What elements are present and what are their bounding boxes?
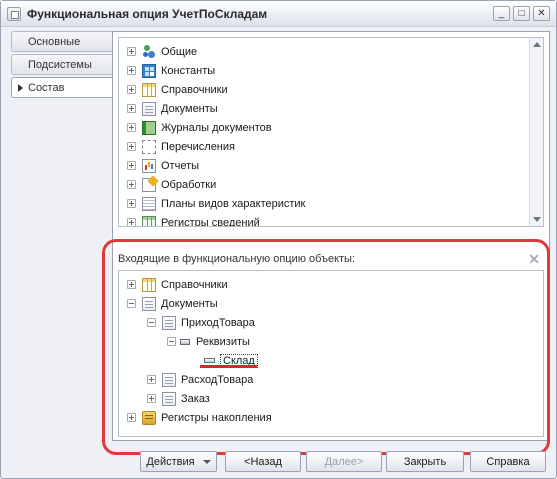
tree-item-constants[interactable]: Константы (127, 61, 543, 80)
actions-dropdown-button[interactable]: Действия (140, 451, 217, 472)
active-tab-arrow-icon (18, 84, 23, 92)
close-dialog-button[interactable]: Закрыть (386, 451, 464, 472)
tree-item-label: Регистры сведений (161, 216, 260, 227)
tree-item-common[interactable]: Общие (127, 42, 543, 61)
underline-annotation (200, 365, 257, 368)
help-button[interactable]: Справка (470, 451, 546, 472)
back-button[interactable]: <Назад (225, 451, 301, 472)
maximize-button[interactable]: □ (513, 6, 530, 21)
reports-icon (142, 158, 156, 173)
tab-label: Подсистемы (28, 58, 92, 71)
tree-item-label: Общие (161, 45, 198, 58)
next-button[interactable]: Далее> (306, 451, 382, 472)
tree-item-processing[interactable]: Обработки (127, 175, 543, 194)
tree-item-label: Константы (161, 64, 216, 77)
catalogs-icon (142, 82, 156, 97)
expand-icon[interactable] (127, 142, 136, 151)
tree-item-catalogs[interactable]: Справочники (127, 80, 543, 99)
tree-item-char-plans[interactable]: Планы видов характеристик (127, 194, 543, 213)
button-bar: Действия <Назад Далее> Закрыть Справка (1, 446, 556, 476)
window-title: Функциональная опция УчетПоСкладам (27, 6, 268, 21)
info-registers-icon (142, 215, 156, 226)
chevron-down-icon (202, 459, 211, 464)
tree-item-label: Отчеты (161, 159, 200, 172)
processing-icon (142, 177, 156, 192)
title-bar: Функциональная опция УчетПоСкладам _ □ ✕ (1, 1, 556, 27)
tree-item-reports[interactable]: Отчеты (127, 156, 543, 175)
common-icon (142, 44, 156, 59)
window-controls: _ □ ✕ (493, 6, 550, 21)
tree-item-label: Обработки (161, 178, 217, 191)
minimize-button[interactable]: _ (493, 6, 510, 21)
metadata-tree[interactable]: Общие Константы Справочники Документы Жу… (118, 37, 544, 227)
vertical-scrollbar[interactable] (529, 38, 543, 226)
journals-icon (142, 120, 156, 135)
button-label: Действия (146, 455, 195, 468)
expand-icon[interactable] (127, 180, 136, 189)
constants-icon (142, 63, 156, 78)
expand-icon[interactable] (127, 218, 136, 226)
tree-item-info-registers[interactable]: Регистры сведений (127, 213, 543, 227)
enums-icon (142, 139, 156, 154)
scroll-up-icon[interactable] (533, 42, 541, 47)
tree-item-documents[interactable]: Документы (127, 99, 543, 118)
button-label: Далее> (324, 455, 364, 468)
dialog-window: Функциональная опция УчетПоСкладам _ □ ✕… (0, 0, 557, 479)
tree-item-journals[interactable]: Журналы документов (127, 118, 543, 137)
tree-item-label: Справочники (161, 83, 228, 96)
char-plans-icon (142, 196, 156, 211)
tree-item-label: Документы (161, 102, 218, 115)
button-label: <Назад (244, 455, 282, 468)
tab-label: Основные (28, 35, 81, 48)
highlight-annotation (102, 239, 550, 455)
tab-main[interactable]: Основные (11, 31, 113, 52)
scroll-down-icon[interactable] (533, 217, 541, 222)
expand-icon[interactable] (127, 199, 136, 208)
app-icon (7, 6, 21, 21)
expand-icon[interactable] (127, 161, 136, 170)
tab-composition[interactable]: Состав (11, 77, 113, 98)
tree-item-enums[interactable]: Перечисления (127, 137, 543, 156)
button-label: Справка (486, 455, 530, 468)
button-label: Закрыть (403, 455, 447, 468)
expand-icon[interactable] (127, 85, 136, 94)
expand-icon[interactable] (127, 123, 136, 132)
close-button[interactable]: ✕ (533, 6, 550, 21)
side-tabs: Основные Подсистемы Состав (11, 31, 113, 100)
expand-icon[interactable] (127, 66, 136, 75)
expand-icon[interactable] (127, 47, 136, 56)
tree-item-label: Перечисления (161, 140, 235, 153)
tab-subsystems[interactable]: Подсистемы (11, 54, 113, 75)
tree-item-label: Планы видов характеристик (161, 197, 306, 210)
tab-label: Состав (28, 81, 65, 94)
documents-icon (142, 101, 156, 116)
tree-item-label: Журналы документов (161, 121, 272, 134)
expand-icon[interactable] (127, 104, 136, 113)
